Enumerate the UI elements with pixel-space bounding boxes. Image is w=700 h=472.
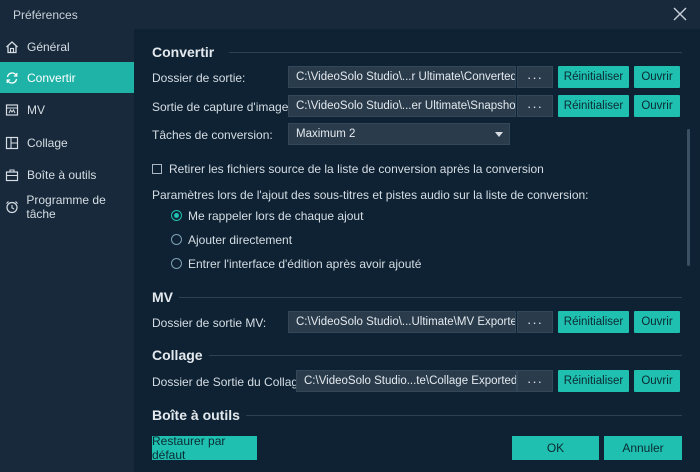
mv-icon <box>4 102 20 118</box>
browse-output-folder-button[interactable]: ··· <box>517 66 553 88</box>
browse-snapshot-folder-button[interactable]: ··· <box>517 95 553 117</box>
sidebar-item-label: Collage <box>27 135 68 150</box>
radio-add-directly[interactable] <box>171 234 182 245</box>
output-folder-label: Dossier de sortie: <box>152 71 246 85</box>
sidebar-item-general[interactable]: Général <box>0 31 134 62</box>
cancel-button[interactable]: Annuler <box>604 436 682 460</box>
section-divider <box>229 52 682 53</box>
sidebar-item-label: Convertir <box>27 70 76 85</box>
conversion-tasks-value: Maximum 2 <box>296 128 356 140</box>
sidebar-item-label: Programme de tâche <box>26 192 106 221</box>
dialog-footer: Restaurer par défaut OK Annuler <box>134 424 700 472</box>
sidebar-item-label: MV <box>27 102 45 117</box>
radio-remind-each-add[interactable] <box>171 210 182 221</box>
remove-source-checkbox[interactable] <box>152 164 162 174</box>
radio-open-edit-interface[interactable] <box>171 258 182 269</box>
ok-button[interactable]: OK <box>512 436 599 460</box>
close-icon[interactable] <box>671 5 689 23</box>
mv-output-folder-label: Dossier de sortie MV: <box>152 316 267 330</box>
sidebar-item-mv[interactable]: MV <box>0 94 134 125</box>
sidebar-item-label: Général <box>27 39 70 54</box>
chevron-down-icon <box>495 132 503 137</box>
radio-remind-each-add-label: Me rappeler lors de chaque ajout <box>188 209 364 223</box>
snapshot-folder-field[interactable]: C:\VideoSolo Studio\...er Ultimate\Snaps… <box>288 95 516 117</box>
reset-mv-folder-button[interactable]: Réinitialiser <box>558 311 629 333</box>
section-divider <box>179 297 682 298</box>
section-divider <box>209 355 682 356</box>
section-title-toolbox: Boîte à outils <box>152 407 240 423</box>
open-mv-folder-button[interactable]: Ouvrir <box>634 311 680 333</box>
collage-icon <box>4 135 20 151</box>
remove-source-label: Retirer les fichiers source de la liste … <box>169 162 544 176</box>
title-bar: Préférences <box>0 0 700 29</box>
refresh-icon <box>4 70 20 86</box>
alarm-clock-icon <box>4 199 19 215</box>
radio-add-directly-label: Ajouter directement <box>188 233 293 247</box>
sidebar-item-convert[interactable]: Convertir <box>0 62 134 93</box>
toolbox-icon <box>4 167 20 183</box>
conversion-tasks-label: Tâches de conversion: <box>152 128 273 142</box>
section-title-collage: Collage <box>152 347 203 363</box>
mv-output-folder-field[interactable]: C:\VideoSolo Studio\...Ultimate\MV Expor… <box>288 311 516 333</box>
home-icon <box>4 39 20 55</box>
browse-mv-folder-button[interactable]: ··· <box>517 311 553 333</box>
reset-collage-folder-button[interactable]: Réinitialiser <box>558 370 629 392</box>
snapshot-folder-label: Sortie de capture d'image: <box>152 100 292 114</box>
collage-output-folder-label: Dossier de Sortie du Collage: <box>152 375 309 389</box>
sidebar-item-task-schedule[interactable]: Programme de tâche <box>0 191 134 222</box>
conversion-tasks-select[interactable]: Maximum 2 <box>288 123 510 145</box>
radio-open-edit-interface-label: Entrer l'interface d'édition après avoir… <box>188 257 422 271</box>
sidebar: Général Convertir MV Collage Boîte à out… <box>0 29 134 472</box>
window-title: Préférences <box>13 8 78 22</box>
open-collage-folder-button[interactable]: Ouvrir <box>634 370 680 392</box>
vertical-scrollbar[interactable] <box>687 129 690 266</box>
sidebar-item-label: Boîte à outils <box>27 167 97 182</box>
reset-snapshot-folder-button[interactable]: Réinitialiser <box>558 95 629 117</box>
open-output-folder-button[interactable]: Ouvrir <box>634 66 680 88</box>
reset-output-folder-button[interactable]: Réinitialiser <box>558 66 629 88</box>
output-folder-field[interactable]: C:\VideoSolo Studio\...r Ultimate\Conver… <box>288 66 516 88</box>
section-title-convert: Convertir <box>152 44 215 60</box>
restore-defaults-button[interactable]: Restaurer par défaut <box>152 434 257 462</box>
subtitle-params-label: Paramètres lors de l'ajout des sous-titr… <box>152 188 589 202</box>
sidebar-item-collage[interactable]: Collage <box>0 127 134 158</box>
collage-output-folder-field[interactable]: C:\VideoSolo Studio...te\Collage Exporte… <box>296 370 517 392</box>
sidebar-item-toolbox[interactable]: Boîte à outils <box>0 159 134 190</box>
open-snapshot-folder-button[interactable]: Ouvrir <box>634 95 680 117</box>
settings-panel: Convertir Dossier de sortie: C:\VideoSol… <box>134 29 700 472</box>
section-divider <box>246 415 682 416</box>
section-title-mv: MV <box>152 289 173 305</box>
browse-collage-folder-button[interactable]: ··· <box>517 370 553 392</box>
